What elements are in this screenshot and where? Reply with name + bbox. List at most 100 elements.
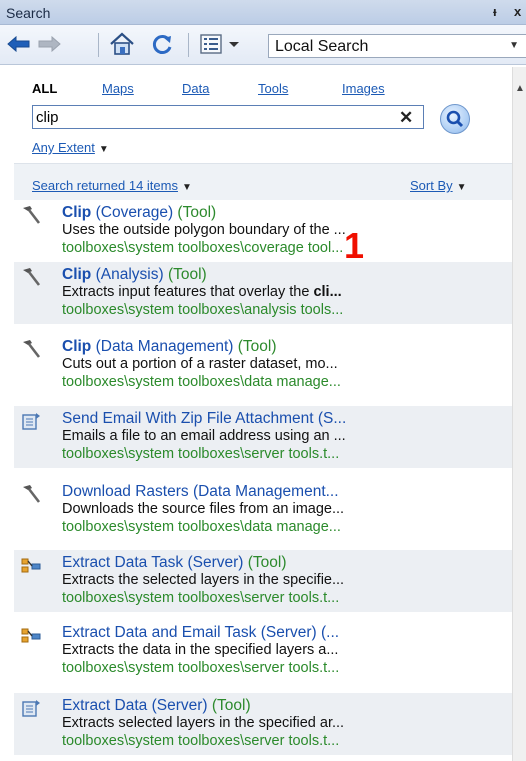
search-input[interactable]: [36, 107, 386, 127]
result-description: Downloads the source files from an image…: [62, 501, 345, 517]
home-button[interactable]: [108, 31, 136, 57]
search-panel: ALL Maps Data Tools Images ✕ Any Extent▼…: [14, 67, 512, 761]
home-icon: [110, 32, 134, 55]
result-title: Clip (Analysis) (Tool): [62, 266, 207, 284]
result-item[interactable]: Clip (Coverage) (Tool) Uses the outside …: [14, 200, 512, 262]
search-box: ✕: [32, 105, 424, 129]
search-toolbar: Local Search ▼: [0, 25, 526, 65]
result-title: Extract Data (Server) (Tool): [62, 697, 251, 715]
model-tool-icon: [21, 558, 41, 573]
location-dropdown-value: Local Search: [275, 38, 369, 55]
chevron-down-icon: ▼: [509, 40, 519, 51]
result-description: Emails a file to an email address using …: [62, 428, 346, 444]
list-view-icon: [200, 34, 239, 54]
result-path: toolboxes\system toolboxes\data manage..…: [62, 374, 341, 390]
result-description: Extracts input features that overlay the…: [62, 284, 342, 300]
model-tool-icon: [21, 628, 41, 643]
result-title: Clip (Coverage) (Tool): [62, 204, 216, 222]
result-description: Extracts the selected layers in the spec…: [62, 572, 345, 588]
result-name[interactable]: Clip: [62, 338, 91, 355]
view-options-button[interactable]: [198, 31, 246, 57]
tab-all[interactable]: ALL: [32, 81, 57, 96]
forward-arrow-icon: [38, 36, 61, 52]
pin-icon[interactable]: ᵻ: [493, 4, 497, 19]
result-title: Clip (Data Management) (Tool): [62, 338, 277, 356]
result-type: (Tool): [163, 266, 207, 283]
toolbar-separator: [98, 33, 99, 57]
panel-title-bar: Search ᵻ x: [0, 0, 526, 25]
result-type: (Tool): [243, 554, 287, 571]
hammer-tool-icon: [23, 268, 41, 286]
result-type: (Tool): [233, 338, 277, 355]
result-name[interactable]: Extract Data (Server): [62, 697, 208, 714]
results-count-dropdown[interactable]: Search returned 14 items ▼: [32, 178, 192, 193]
result-item[interactable]: Extract Data Task (Server) (Tool) Extrac…: [14, 550, 512, 612]
result-path: toolboxes\system toolboxes\coverage tool…: [62, 240, 344, 256]
sort-by-dropdown[interactable]: Sort By ▼: [410, 178, 467, 193]
result-path: toolboxes\system toolboxes\server tools.…: [62, 590, 340, 606]
back-button[interactable]: [6, 31, 32, 57]
back-arrow-icon: [7, 36, 30, 52]
result-path: toolboxes\system toolboxes\server tools.…: [62, 733, 340, 749]
result-description: Uses the outside polygon boundary of the…: [62, 222, 346, 238]
result-path: toolboxes\system toolboxes\data manage..…: [62, 519, 341, 535]
result-description-text: Extracts input features that overlay the: [62, 284, 314, 300]
result-type: (Tool): [207, 697, 251, 714]
panel-title: Search: [6, 5, 51, 21]
refresh-icon: [152, 35, 172, 54]
extent-label: Any Extent: [32, 140, 95, 155]
refresh-button[interactable]: [148, 31, 176, 57]
result-name[interactable]: Extract Data Task (Server): [62, 554, 243, 571]
forward-button[interactable]: [36, 31, 62, 57]
clear-search-icon[interactable]: ✕: [399, 108, 413, 128]
result-name[interactable]: Clip: [62, 204, 91, 221]
location-dropdown[interactable]: Local Search ▼: [268, 34, 526, 58]
result-path: toolboxes\system toolboxes\server tools.…: [62, 446, 340, 462]
extent-dropdown[interactable]: Any Extent ▼: [32, 140, 109, 155]
result-title: Extract Data and Email Task (Server) (..…: [62, 624, 339, 642]
result-type: (Tool): [173, 204, 217, 221]
chevron-down-icon: ▼: [456, 182, 467, 193]
result-item[interactable]: Send Email With Zip File Attachment (S..…: [14, 406, 512, 468]
result-name[interactable]: Download Rasters (Data Management...: [62, 483, 339, 500]
sort-by-label: Sort By: [410, 178, 453, 193]
hammer-tool-icon: [23, 485, 41, 503]
close-icon[interactable]: x: [514, 4, 521, 19]
vertical-scrollbar[interactable]: ▲: [512, 67, 526, 761]
search-button[interactable]: [440, 104, 470, 134]
result-item[interactable]: Clip (Analysis) (Tool) Extracts input fe…: [14, 262, 512, 324]
result-name[interactable]: Send Email With Zip File Attachment (S..…: [62, 410, 346, 427]
annotation-number: 1: [344, 225, 365, 266]
result-item[interactable]: Extract Data (Server) (Tool) Extracts se…: [14, 693, 512, 755]
hammer-tool-icon: [23, 206, 41, 224]
result-name[interactable]: Extract Data and Email Task (Server) (..…: [62, 624, 339, 641]
result-description-match: cli...: [313, 284, 342, 300]
script-tool-icon: [22, 413, 40, 430]
result-description: Extracts the data in the specified layer…: [62, 642, 339, 658]
result-category: (Analysis): [91, 266, 164, 283]
result-path: toolboxes\system toolboxes\server tools.…: [62, 660, 340, 676]
result-name[interactable]: Clip: [62, 266, 91, 283]
result-item[interactable]: Clip (Data Management) (Tool) Cuts out a…: [14, 334, 512, 396]
result-description: Cuts out a portion of a raster dataset, …: [62, 356, 338, 372]
result-title: Extract Data Task (Server) (Tool): [62, 554, 287, 572]
tab-images[interactable]: Images: [342, 81, 385, 96]
hammer-tool-icon: [23, 340, 41, 358]
result-category: (Coverage): [91, 204, 174, 221]
result-description: Extracts selected layers in the specifie…: [62, 715, 345, 731]
result-item[interactable]: Extract Data and Email Task (Server) (..…: [14, 620, 512, 682]
tab-data[interactable]: Data: [182, 81, 209, 96]
chevron-down-icon: ▼: [98, 144, 109, 155]
result-path: toolboxes\system toolboxes\analysis tool…: [62, 302, 344, 318]
results-header: Search returned 14 items ▼ Sort By ▼: [14, 164, 512, 200]
tab-tools[interactable]: Tools: [258, 81, 288, 96]
result-title: Send Email With Zip File Attachment (S..…: [62, 410, 346, 428]
tab-maps[interactable]: Maps: [102, 81, 134, 96]
chevron-down-icon: ▼: [181, 182, 192, 193]
result-item[interactable]: Download Rasters (Data Management... Dow…: [14, 479, 512, 541]
results-count-label: Search returned 14 items: [32, 178, 178, 193]
script-tool-icon: [22, 700, 40, 717]
scroll-up-icon[interactable]: ▲: [515, 83, 525, 94]
toolbar-separator: [188, 33, 189, 57]
result-category: (Data Management): [91, 338, 234, 355]
